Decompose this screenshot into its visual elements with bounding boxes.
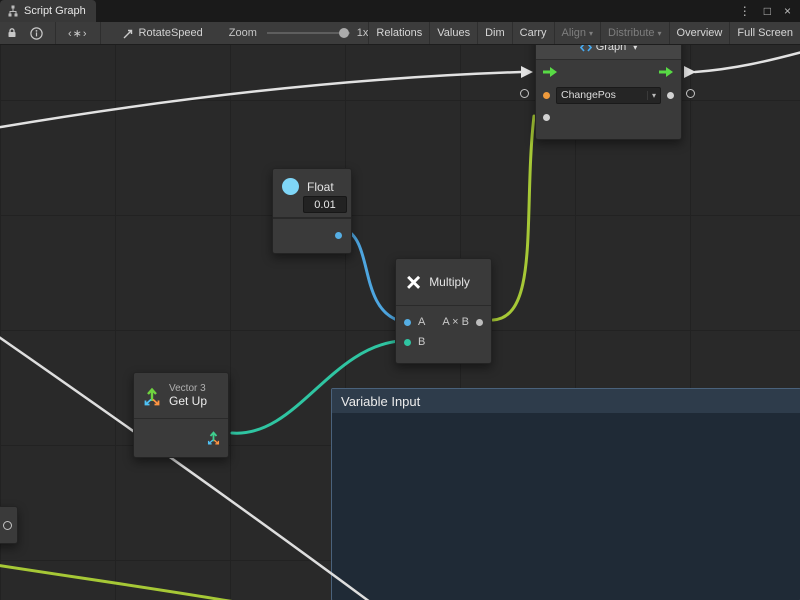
graph-asset-icon (123, 28, 134, 39)
multiply-node[interactable]: × Multiply A A × B B (395, 258, 492, 364)
info-icon (30, 27, 43, 40)
overview-button[interactable]: Overview (669, 22, 730, 44)
tab-label: Script Graph (24, 5, 86, 17)
multiply-icon: × (406, 269, 421, 295)
full-screen-button[interactable]: Full Screen (729, 22, 800, 44)
partial-node-port[interactable] (3, 521, 12, 530)
multiply-output-label: A × B (442, 316, 469, 328)
zoom-slider-track (267, 32, 350, 34)
vector3-type-label: Vector 3 (169, 383, 207, 394)
variable-name-dropdown[interactable]: ChangePos ▾ (556, 87, 661, 104)
values-button[interactable]: Values (429, 22, 477, 44)
flow-input-port[interactable] (543, 66, 558, 78)
group-variable-input[interactable]: Variable Input (331, 388, 800, 600)
vector-output-port[interactable] (206, 430, 221, 445)
float-output-port[interactable] (335, 232, 342, 239)
partial-node[interactable] (0, 506, 18, 544)
info-button[interactable] (24, 22, 49, 44)
multiply-input-b-label: B (418, 336, 425, 348)
chevron-down-icon: ▾ (589, 29, 593, 38)
port-connector-left[interactable] (520, 89, 529, 98)
float-node[interactable]: Float (272, 168, 352, 254)
window-tab-bar: Script Graph ⋮ □ × (0, 0, 800, 22)
dim-button[interactable]: Dim (477, 22, 512, 44)
graph-asset-button[interactable]: RotateSpeed (123, 27, 203, 39)
vector3-node-title: Get Up (169, 394, 207, 408)
maximize-icon[interactable]: □ (764, 0, 771, 22)
zoom-slider-knob[interactable] (339, 28, 349, 38)
script-graph-window: Variable Input Graph ▾ ChangePos ▾ (0, 0, 800, 600)
float-node-title: Float (307, 180, 334, 194)
code-view-button[interactable]: ‹∗› (55, 22, 101, 44)
window-menu-icon[interactable]: ⋮ (739, 0, 751, 22)
vector3-get-up-node[interactable]: Vector 3 Get Up (133, 372, 229, 458)
distribute-button[interactable]: Distribute▾ (600, 22, 668, 44)
value-output-port[interactable] (667, 92, 674, 99)
float-value-input[interactable] (303, 196, 347, 213)
vector3-icon (142, 386, 162, 406)
script-graph-icon (7, 5, 19, 17)
float-type-icon (282, 178, 299, 195)
group-body (332, 413, 800, 600)
multiply-input-a-port[interactable] (404, 319, 411, 326)
zoom-value: 1x (357, 27, 369, 39)
port-connector-right[interactable] (686, 89, 695, 98)
multiply-input-a-label: A (418, 316, 425, 328)
close-icon[interactable]: × (784, 0, 791, 22)
zoom-label: Zoom (229, 27, 257, 39)
carry-button[interactable]: Carry (512, 22, 554, 44)
graph-asset-name: RotateSpeed (139, 27, 203, 39)
lock-button[interactable] (0, 22, 24, 44)
chevron-down-icon: ▾ (647, 91, 656, 100)
variable-name-label: ChangePos (561, 89, 616, 101)
toolbar-button-group: Relations Values Dim Carry Align▾ Distri… (368, 22, 800, 44)
zoom-slider[interactable] (267, 27, 350, 39)
flow-output-port[interactable] (659, 66, 674, 78)
lock-icon (6, 27, 18, 39)
graph-toolbar: ‹∗› RotateSpeed Zoom 1x Relations Values… (0, 22, 800, 45)
multiply-output-port[interactable] (476, 319, 483, 326)
chevron-down-icon: ▾ (658, 29, 662, 38)
multiply-node-title: Multiply (429, 275, 470, 289)
tab-script-graph[interactable]: Script Graph (0, 0, 96, 22)
align-button[interactable]: Align▾ (554, 22, 600, 44)
variable-name-port[interactable] (543, 92, 550, 99)
multiply-input-b-port[interactable] (404, 339, 411, 346)
relations-button[interactable]: Relations (368, 22, 429, 44)
set-variable-node[interactable]: Graph ▾ ChangePos ▾ (535, 34, 682, 140)
group-title[interactable]: Variable Input (332, 389, 800, 413)
value-input-port[interactable] (543, 114, 550, 121)
